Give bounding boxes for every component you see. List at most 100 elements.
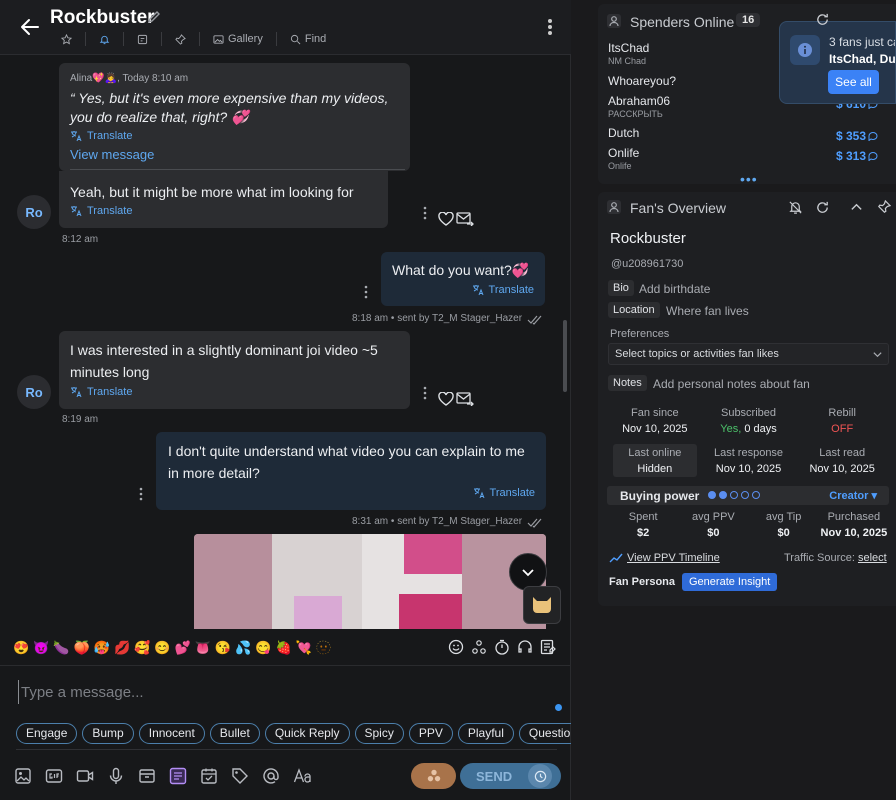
suggestion-chip[interactable]: Quick Reply bbox=[264, 723, 350, 744]
emoji-item[interactable]: 😊 bbox=[154, 640, 170, 656]
pin-button[interactable] bbox=[162, 32, 200, 46]
emoji-item[interactable]: 😘 bbox=[215, 640, 231, 656]
translate-button[interactable]: Translate bbox=[70, 386, 132, 398]
generate-insight-button[interactable]: Generate Insight bbox=[682, 573, 778, 591]
quoted-message[interactable]: Alina💖🙇‍♀️, Today 8:10 am “ Yes, but it'… bbox=[59, 63, 410, 171]
emoji-item[interactable]: 🍑 bbox=[74, 640, 90, 656]
emoji-item[interactable]: 💘 bbox=[296, 640, 312, 656]
notes-field[interactable]: Add personal notes about fan bbox=[653, 377, 810, 391]
gif-icon[interactable] bbox=[44, 766, 63, 785]
notifications-button[interactable] bbox=[86, 32, 124, 46]
find-button[interactable]: Find bbox=[277, 32, 339, 46]
companion-widget-button[interactable] bbox=[523, 586, 561, 624]
outgoing-message[interactable]: What do you want?💞 Translate bbox=[381, 252, 545, 306]
toast-names: ItsChad, Dutch bbox=[829, 52, 896, 66]
microphone-icon[interactable] bbox=[106, 766, 125, 785]
view-message-link[interactable]: View message bbox=[70, 147, 154, 162]
translate-label: Translate bbox=[87, 205, 133, 217]
emoji-item[interactable]: 🫥 bbox=[316, 640, 332, 656]
vault-icon[interactable] bbox=[137, 766, 156, 785]
bio-field[interactable]: Add birthdate bbox=[639, 282, 710, 296]
message-menu-icon[interactable] bbox=[423, 206, 427, 220]
emoji-item[interactable]: 😍 bbox=[13, 640, 29, 656]
forward-mail-icon[interactable] bbox=[456, 392, 474, 407]
list-edit-icon[interactable] bbox=[540, 639, 556, 655]
message-menu-icon[interactable] bbox=[364, 285, 368, 299]
emoji-item[interactable]: 💦 bbox=[235, 640, 251, 656]
headset-icon[interactable] bbox=[517, 639, 533, 655]
translate-button[interactable]: Translate bbox=[473, 487, 535, 499]
emoji-item[interactable]: 🍓 bbox=[275, 640, 291, 656]
incoming-message[interactable]: Yeah, but it might be more what im looki… bbox=[59, 171, 388, 228]
notes-button[interactable] bbox=[124, 32, 162, 46]
ppv-timeline-link[interactable]: View PPV Timeline bbox=[609, 552, 720, 564]
preferences-select[interactable]: Select topics or activities fan likes bbox=[608, 343, 889, 365]
emoji-item[interactable]: 🥰 bbox=[134, 640, 150, 656]
pin-panel-icon[interactable] bbox=[876, 199, 892, 218]
more-vertical-icon[interactable] bbox=[547, 18, 553, 36]
mute-bell-icon[interactable] bbox=[788, 200, 803, 218]
stat-avg-ppv: avg PPV $0 bbox=[691, 511, 735, 539]
price-tag-icon[interactable] bbox=[230, 766, 249, 785]
tier-dropdown[interactable]: Creator ▾ bbox=[829, 489, 877, 502]
edit-icon[interactable] bbox=[146, 9, 162, 25]
image-icon[interactable] bbox=[13, 766, 32, 785]
suggestion-chip[interactable]: Bump bbox=[82, 723, 134, 744]
translate-button[interactable]: Translate bbox=[472, 284, 534, 296]
quick-emoji-list[interactable]: 😍 😈 🍆 🍑 🥵 💋 🥰 😊 💕 👅 😘 💦 😋 🍓 💘 🫥 bbox=[13, 640, 332, 656]
translate-button[interactable]: Translate bbox=[70, 205, 132, 217]
location-field[interactable]: Where fan lives bbox=[666, 304, 749, 318]
spender-row[interactable]: Onlife Onlife $ 313 bbox=[608, 146, 886, 171]
emoji-item[interactable]: 🍆 bbox=[53, 640, 69, 656]
suggestion-chip[interactable]: Question bbox=[518, 723, 571, 744]
ai-assist-button[interactable] bbox=[411, 763, 456, 789]
message-input[interactable] bbox=[18, 680, 538, 704]
timer-icon[interactable] bbox=[494, 639, 510, 655]
heart-icon[interactable] bbox=[438, 391, 454, 406]
send-button[interactable]: SEND bbox=[460, 763, 561, 789]
spender-row[interactable]: Dutch $ 353 bbox=[608, 126, 886, 143]
share-nodes-icon[interactable] bbox=[471, 639, 487, 655]
traffic-select-link[interactable]: select bbox=[858, 552, 887, 564]
suggestion-chip[interactable]: Bullet bbox=[209, 723, 260, 744]
suggestion-chip[interactable]: PPV bbox=[408, 723, 453, 744]
ppv-media-icon[interactable] bbox=[168, 766, 187, 785]
emoji-item[interactable]: 😈 bbox=[33, 640, 49, 656]
suggestion-chip[interactable]: Playful bbox=[457, 723, 514, 744]
media-message-image[interactable] bbox=[194, 534, 546, 629]
emoji-item[interactable]: 🥵 bbox=[94, 640, 110, 656]
suggestion-chip[interactable]: Innocent bbox=[138, 723, 205, 744]
message-menu-icon[interactable] bbox=[139, 487, 143, 501]
back-arrow-icon[interactable] bbox=[18, 15, 42, 39]
avatar[interactable]: Ro bbox=[17, 195, 51, 229]
emoji-item[interactable]: 👅 bbox=[195, 640, 211, 656]
translate-button[interactable]: Translate bbox=[70, 130, 132, 142]
refresh-icon[interactable] bbox=[815, 12, 830, 30]
message-list[interactable]: Alina💖🙇‍♀️, Today 8:10 am “ Yes, but it'… bbox=[0, 56, 571, 629]
show-more-button[interactable]: ••• bbox=[740, 171, 758, 184]
see-all-button[interactable]: See all bbox=[828, 70, 879, 94]
trend-chart-icon bbox=[609, 553, 623, 563]
suggestion-chip[interactable]: Engage bbox=[16, 723, 78, 744]
calendar-check-icon[interactable] bbox=[199, 766, 218, 785]
video-icon[interactable] bbox=[75, 766, 94, 785]
mention-icon[interactable] bbox=[261, 766, 280, 785]
smiley-icon[interactable] bbox=[448, 639, 464, 655]
refresh-icon[interactable] bbox=[815, 200, 830, 218]
message-scrollbar[interactable] bbox=[563, 320, 567, 392]
forward-mail-icon[interactable] bbox=[456, 212, 474, 227]
favorite-button[interactable] bbox=[48, 32, 86, 46]
incoming-message[interactable]: I was interested in a slightly dominant … bbox=[59, 331, 410, 409]
gallery-button[interactable]: Gallery bbox=[200, 32, 277, 46]
avatar[interactable]: Ro bbox=[17, 375, 51, 409]
emoji-item[interactable]: 😋 bbox=[255, 640, 271, 656]
heart-icon[interactable] bbox=[438, 211, 454, 226]
outgoing-message[interactable]: I don't quite understand what video you … bbox=[156, 432, 546, 510]
emoji-item[interactable]: 💕 bbox=[175, 640, 191, 656]
chevron-up-icon[interactable] bbox=[850, 201, 863, 217]
message-menu-icon[interactable] bbox=[423, 386, 427, 400]
schedule-send-button[interactable] bbox=[528, 764, 552, 788]
emoji-item[interactable]: 💋 bbox=[114, 640, 130, 656]
text-format-icon[interactable] bbox=[292, 766, 311, 785]
suggestion-chip[interactable]: Spicy bbox=[354, 723, 404, 744]
